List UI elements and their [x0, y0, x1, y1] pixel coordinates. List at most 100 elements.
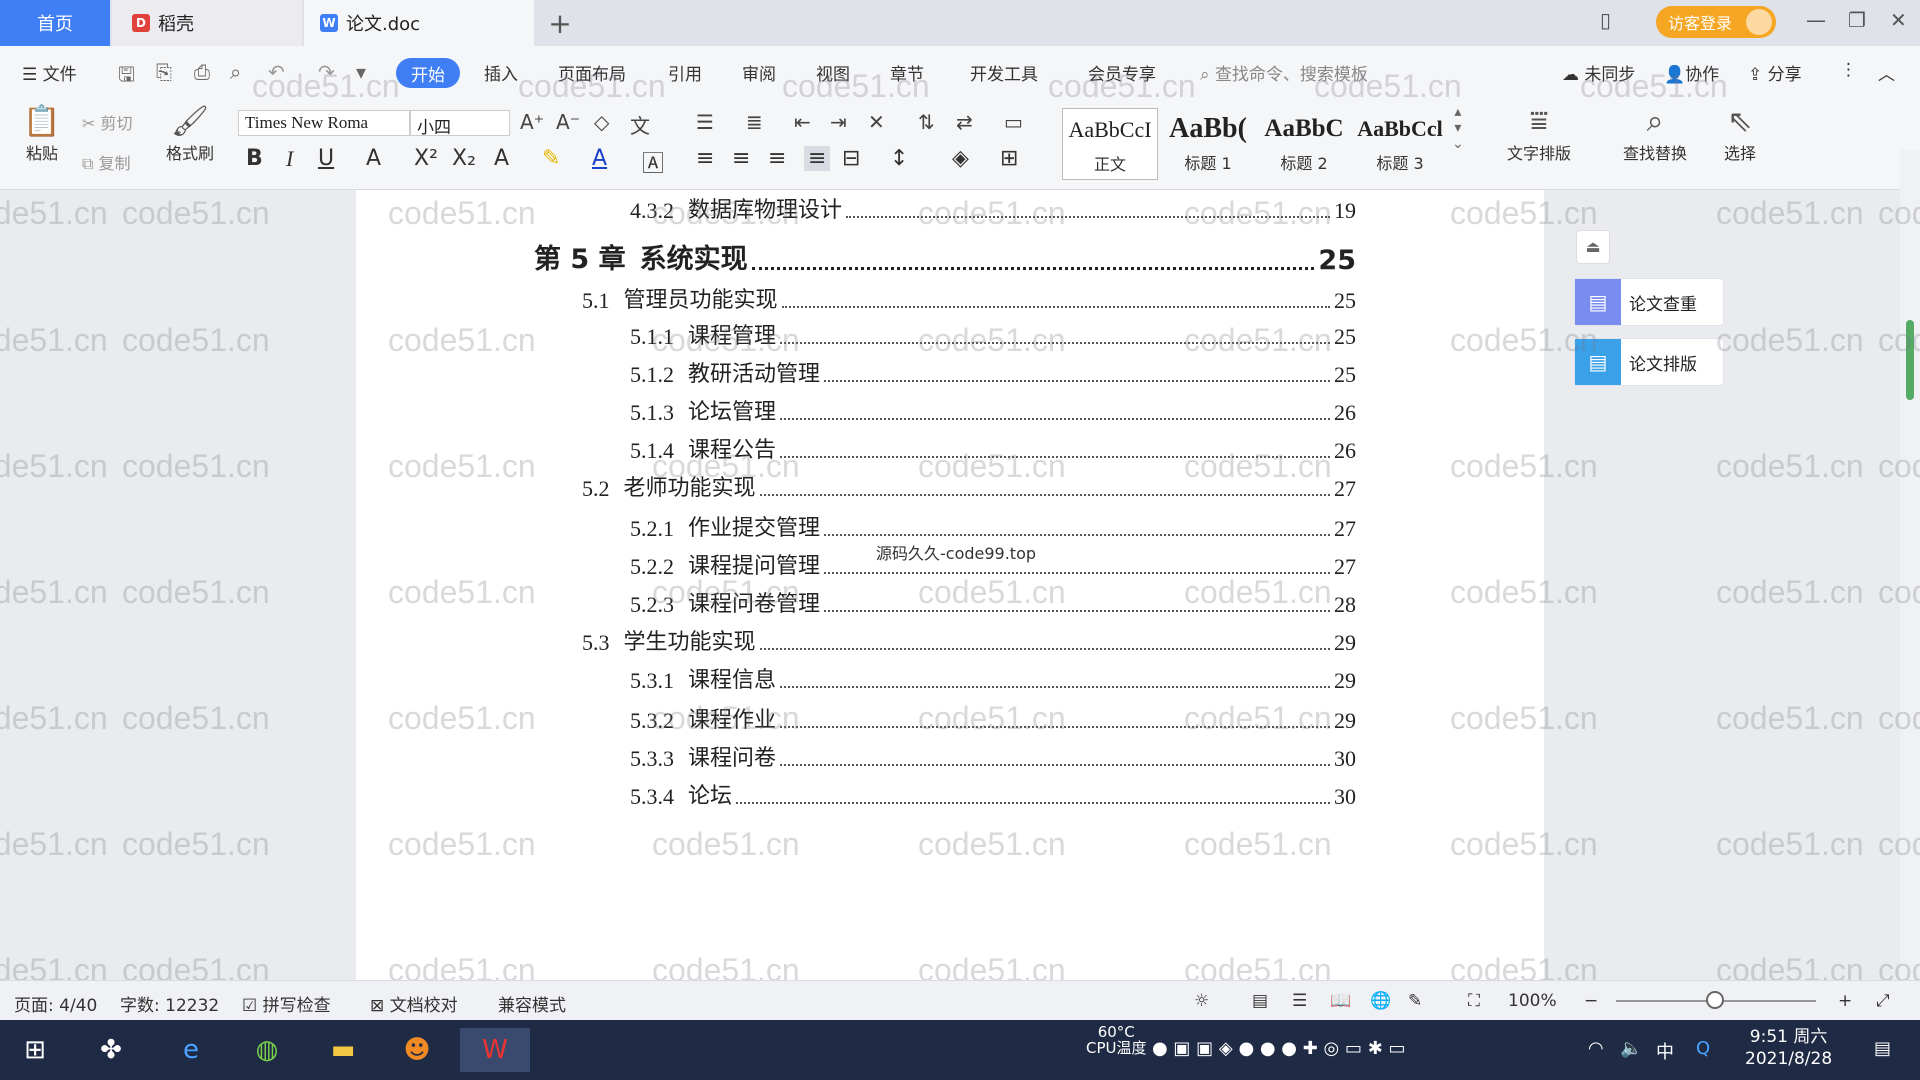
- close-icon[interactable]: ✕: [1890, 8, 1907, 32]
- strikethrough-icon[interactable]: A: [366, 146, 381, 171]
- menu-member[interactable]: 会员专享: [1088, 60, 1156, 85]
- paste-button[interactable]: 📋 粘贴: [14, 104, 70, 164]
- toc-entry[interactable]: 5.3.4 论坛 30: [630, 778, 1356, 810]
- write-view-icon[interactable]: ✎: [1408, 991, 1422, 1011]
- proofread-button[interactable]: ⊠ 文档校对: [370, 991, 458, 1016]
- superscript-icon[interactable]: X²: [414, 146, 438, 171]
- more-icon[interactable]: ⋮: [1840, 60, 1857, 80]
- ime-indicator[interactable]: 中: [1656, 1038, 1674, 1064]
- web-view-icon[interactable]: 🌐: [1370, 991, 1391, 1011]
- toc-entry[interactable]: 5.2.3 课程问卷管理 28: [630, 586, 1356, 618]
- style-heading2[interactable]: AaBbC 标题 2: [1256, 108, 1352, 180]
- tray-app-icon[interactable]: ● ▣ ▣ ◈ ● ● ● ✚ ◎ ▭ ✱ ▭: [1152, 1038, 1406, 1059]
- collapse-ribbon-icon[interactable]: ︿: [1878, 60, 1895, 85]
- text-direction-icon[interactable]: ⇄: [956, 110, 973, 134]
- eye-protection-icon[interactable]: ☼: [1194, 991, 1209, 1011]
- outline-view-icon[interactable]: ☰: [1292, 991, 1307, 1011]
- format-painter-button[interactable]: 🖌 格式刷: [162, 104, 218, 164]
- windows-start-icon[interactable]: ⊞: [12, 1028, 58, 1072]
- style-heading3[interactable]: AaBbCcl 标题 3: [1352, 108, 1448, 180]
- notification-icon[interactable]: ▤: [1874, 1038, 1891, 1059]
- volume-icon[interactable]: 🔈: [1620, 1038, 1642, 1059]
- align-right-icon[interactable]: ≡: [768, 146, 786, 171]
- file-explorer-icon[interactable]: ▬: [320, 1028, 366, 1072]
- collab-button[interactable]: 👤协作: [1664, 60, 1719, 85]
- tab-home[interactable]: 首页: [0, 0, 110, 46]
- more-quick-icon[interactable]: ▾: [356, 60, 366, 84]
- tab-document[interactable]: W 论文.doc: [304, 0, 534, 46]
- restore-icon[interactable]: ❐: [1848, 8, 1866, 32]
- minimize-icon[interactable]: —: [1806, 8, 1826, 32]
- zoom-in-icon[interactable]: +: [1838, 991, 1852, 1011]
- spell-check-button[interactable]: ☑ 拼写检查: [242, 991, 331, 1016]
- menu-chapter[interactable]: 章节: [890, 60, 924, 85]
- layout-toggle-icon[interactable]: ▯: [1600, 8, 1611, 32]
- fan-app-icon[interactable]: ✤: [88, 1028, 134, 1072]
- copy-button[interactable]: ⧉ 复制: [82, 150, 131, 174]
- side-collapse-icon[interactable]: ⏏: [1576, 230, 1610, 264]
- cpu-temp-widget[interactable]: 60°C CPU温度: [1086, 1024, 1147, 1056]
- page-view-icon[interactable]: ▤: [1252, 991, 1268, 1011]
- shrink-font-icon[interactable]: A⁻: [556, 110, 580, 134]
- zoom-out-icon[interactable]: −: [1584, 991, 1598, 1011]
- file-menu[interactable]: ☰ 文件: [22, 60, 77, 85]
- media-app-icon[interactable]: ☻: [394, 1028, 440, 1072]
- menu-page-layout[interactable]: 页面布局: [558, 60, 626, 85]
- toc-entry[interactable]: 5.1 管理员功能实现 25: [582, 282, 1356, 314]
- justify-icon[interactable]: ≡: [804, 146, 831, 171]
- clock[interactable]: 9:51 周六 2021/8/28: [1745, 1026, 1832, 1070]
- sync-status[interactable]: ☁ 未同步: [1562, 60, 1635, 85]
- subscript-icon[interactable]: X₂: [452, 146, 476, 171]
- toc-entry[interactable]: 5.1.1 课程管理 25: [630, 318, 1356, 350]
- undo-icon[interactable]: ↶: [268, 60, 285, 84]
- phonetic-icon[interactable]: 文: [630, 110, 650, 139]
- styles-scroll-icon[interactable]: ▴ ▾ ⌄: [1452, 104, 1464, 152]
- font-size-select[interactable]: 小四: [410, 110, 510, 138]
- char-border-icon[interactable]: 🄰: [642, 146, 664, 178]
- bullet-list-icon[interactable]: ☰: [696, 110, 714, 134]
- browser-360-icon[interactable]: ◍: [244, 1028, 290, 1072]
- select-button[interactable]: ⇖ 选择: [1712, 104, 1768, 164]
- borders-icon[interactable]: ⊞: [1000, 146, 1018, 171]
- cut-button[interactable]: ✂ 剪切: [82, 110, 133, 134]
- menu-start[interactable]: 开始: [396, 58, 460, 88]
- fullscreen-icon[interactable]: ⤢: [1876, 991, 1890, 1011]
- underline-icon[interactable]: U: [318, 146, 334, 171]
- toc-entry[interactable]: 5.2.1 作业提交管理 27: [630, 510, 1356, 542]
- distributed-icon[interactable]: ⊟: [842, 146, 860, 171]
- toc-entry[interactable]: 5.3 学生功能实现 29: [582, 624, 1356, 656]
- page-indicator[interactable]: 页面: 4/40: [14, 991, 97, 1016]
- toc-entry[interactable]: 第 5 章系统实现 25: [534, 236, 1356, 276]
- ruler-icon[interactable]: ▭: [1004, 110, 1023, 134]
- style-heading1[interactable]: AaBb(标题 1: [1160, 108, 1256, 180]
- toc-entry[interactable]: 5.2 老师功能实现 27: [582, 470, 1356, 502]
- login-button[interactable]: 访客登录: [1656, 6, 1776, 38]
- italic-icon[interactable]: I: [286, 146, 293, 172]
- paper-layout-button[interactable]: ▤ 论文排版: [1574, 338, 1724, 386]
- increase-indent-icon[interactable]: ⇥: [830, 110, 847, 134]
- shading-icon[interactable]: ◈: [952, 146, 969, 171]
- command-search[interactable]: ⌕ 查找命令、搜索模板: [1200, 60, 1368, 85]
- toc-entry[interactable]: 5.1.4 课程公告 26: [630, 432, 1356, 464]
- grow-font-icon[interactable]: A⁺: [520, 110, 544, 134]
- preview-icon[interactable]: ⌕: [230, 60, 241, 84]
- highlight-icon[interactable]: ✎: [542, 146, 560, 171]
- menu-view[interactable]: 视图: [816, 60, 850, 85]
- toc-entry[interactable]: 5.1.3 论坛管理 26: [630, 394, 1356, 426]
- toc-entry[interactable]: 5.1.2 教研活动管理 25: [630, 356, 1356, 388]
- align-left-icon[interactable]: ≡: [696, 146, 714, 171]
- toc-entry[interactable]: 4.3.2 数据库物理设计 19: [630, 192, 1356, 224]
- paper-check-button[interactable]: ▤ 论文查重: [1574, 278, 1724, 326]
- decrease-indent-icon[interactable]: ⇤: [794, 110, 811, 134]
- text-layout-button[interactable]: ⩸ 文字排版: [1494, 104, 1584, 164]
- find-replace-button[interactable]: ⌕ 查找替换: [1610, 104, 1700, 164]
- chinese-layout-icon[interactable]: ✕: [868, 110, 885, 134]
- new-tab-button[interactable]: +: [540, 0, 580, 46]
- scrollbar-thumb[interactable]: [1906, 320, 1914, 400]
- numbered-list-icon[interactable]: ≣: [746, 110, 763, 134]
- font-color-icon[interactable]: A: [592, 146, 607, 171]
- tab-daoke[interactable]: D 稻壳: [112, 0, 302, 46]
- clear-format-icon[interactable]: ◇: [594, 110, 609, 134]
- align-center-icon[interactable]: ≡: [732, 146, 750, 171]
- share-button[interactable]: ⇪ 分享: [1748, 60, 1802, 85]
